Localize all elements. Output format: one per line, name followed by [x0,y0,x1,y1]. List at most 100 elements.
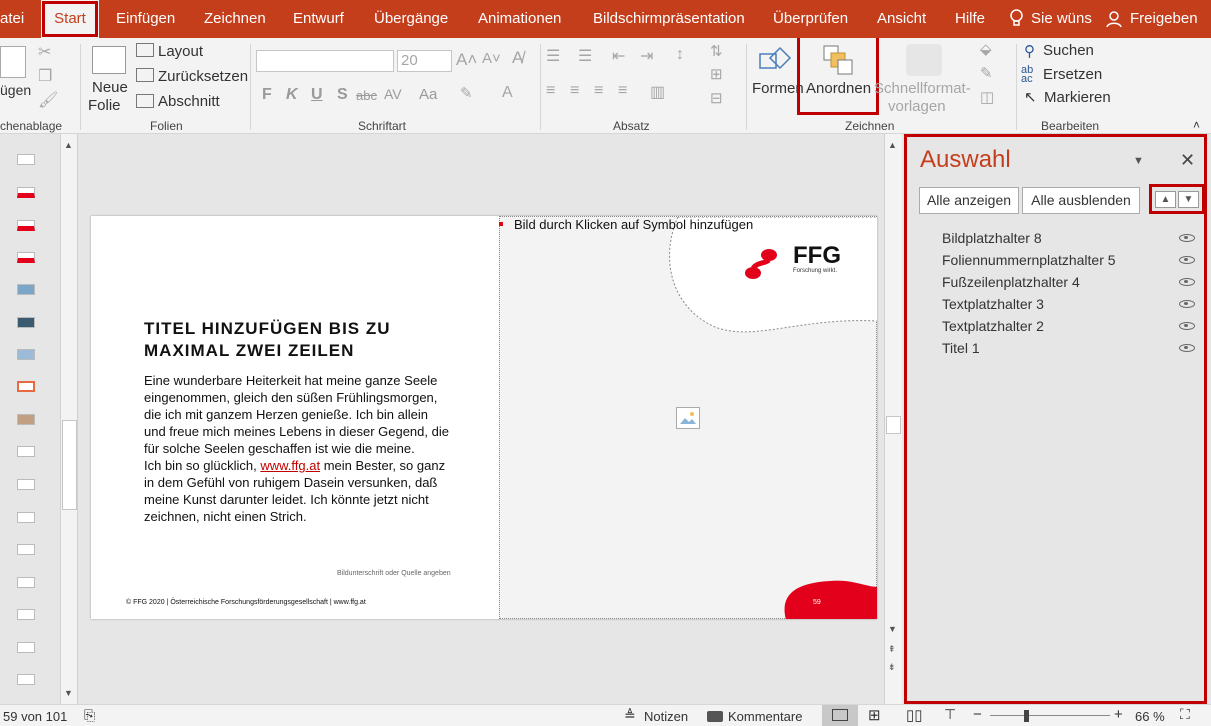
notes-icon[interactable]: ≜ [624,707,636,724]
tab-start[interactable]: Start [41,0,99,38]
bring-forward-icon[interactable]: ▲ [1155,191,1176,208]
align-text-icon[interactable]: ⊞ [710,65,723,83]
columns-icon[interactable]: ▥ [650,82,665,102]
quick-styles-icon[interactable] [906,44,942,76]
reset-button[interactable]: Zurücksetzen [158,68,248,85]
quick-styles-label-2[interactable]: vorlagen [888,98,946,115]
change-case-button[interactable]: Aa [419,86,437,103]
shapes-button[interactable]: Formen [752,80,804,97]
show-all-button[interactable]: Alle anzeigen [919,187,1019,214]
hide-all-button[interactable]: Alle ausblenden [1022,187,1140,214]
font-family-select[interactable] [256,50,394,72]
close-icon[interactable]: ✕ [1180,150,1195,171]
tab-view[interactable]: Ansicht [877,0,926,38]
tab-insert[interactable]: Einfügen [116,0,175,38]
smartart-icon[interactable]: ⊟ [710,89,723,107]
justify-icon[interactable]: ≡ [618,82,627,100]
selection-item[interactable]: Bildplatzhalter 8 [942,230,1042,246]
align-left-icon[interactable]: ≡ [546,82,555,100]
next-slide-icon[interactable]: ⇟ [888,662,896,673]
numbering-icon[interactable]: ☰ [578,46,592,66]
underline-button[interactable]: U [311,86,323,104]
font-color-icon[interactable]: A [502,84,513,102]
replace-button[interactable]: Ersetzen [1043,66,1102,83]
shape-fill-icon[interactable]: ⬙ [980,40,992,58]
layout-icon[interactable] [136,43,154,57]
paste-label[interactable]: ügen [0,82,31,98]
align-right-icon[interactable]: ≡ [594,82,603,100]
spellcheck-icon[interactable]: ⎘ [84,707,95,724]
eye-icon[interactable] [1179,322,1195,330]
section-button[interactable]: Abschnitt [158,93,220,110]
tab-draw[interactable]: Zeichnen [204,0,266,38]
tell-me-search[interactable]: Sie wünsc [1031,0,1092,38]
bold-button[interactable]: F [262,86,272,104]
selection-item[interactable]: Fußzeilenplatzhalter 4 [942,274,1080,290]
selection-item[interactable]: Titel 1 [942,340,980,356]
cursor-icon[interactable]: ↖ [1024,88,1037,106]
slide-body-text[interactable]: Eine wunderbare Heiterkeit hat meine gan… [144,372,449,525]
scroll-down-icon[interactable]: ▼ [64,688,73,698]
increase-indent-icon[interactable]: ⇥ [640,46,653,66]
text-direction-icon[interactable]: ⇅ [710,42,723,60]
selection-item[interactable]: Textplatzhalter 2 [942,318,1044,334]
tab-file[interactable]: atei [0,0,36,38]
eye-icon[interactable] [1179,256,1195,264]
eye-icon[interactable] [1179,234,1195,242]
tab-transitions[interactable]: Übergänge [374,0,448,38]
line-spacing-icon[interactable]: ↕ [676,46,684,64]
italic-button[interactable]: K [286,86,298,104]
zoom-out-icon[interactable]: − [973,706,982,723]
slide-thumbnail[interactable] [17,187,35,198]
slide-thumbnail[interactable] [17,414,35,425]
reset-icon[interactable] [136,68,154,82]
body-link[interactable]: www.ffg.at [260,458,320,473]
reading-view-icon[interactable]: ▯▯ [906,706,923,724]
slide-canvas[interactable]: Bild durch Klicken auf Symbol hinzufügen… [91,216,877,619]
tab-slideshow[interactable]: Bildschirmpräsentation [593,0,745,38]
arrange-icon[interactable] [822,44,858,76]
quick-styles-label-1[interactable]: Schnellformat- [874,80,971,97]
scroll-down-icon[interactable]: ▼ [888,624,897,634]
slide-sorter-icon[interactable]: ⊞ [868,706,881,724]
selection-item[interactable]: Foliennummernplatzhalter 5 [942,252,1116,268]
slide-thumbnail[interactable] [17,609,35,620]
collapse-ribbon-icon[interactable]: ˄ [1193,118,1200,132]
select-button[interactable]: Markieren [1044,89,1111,106]
slide-thumbnail[interactable] [17,577,35,588]
eye-icon[interactable] [1179,344,1195,352]
format-painter-icon[interactable]: 🖌 [38,90,58,110]
find-button[interactable]: Suchen [1043,42,1094,59]
strikethrough-button[interactable]: abc [356,88,377,103]
replace-icon[interactable]: ab ac [1021,65,1033,85]
image-caption[interactable]: Bildunterschrift oder Quelle angeben [337,570,451,577]
insert-picture-icon[interactable] [676,407,700,429]
arrange-button[interactable]: Anordnen [806,80,871,97]
slide-thumbnail[interactable] [17,479,35,490]
char-spacing-button[interactable]: AV [384,86,402,102]
new-slide-label-1[interactable]: Neue [92,79,128,96]
grow-font-icon[interactable]: A˄ [456,50,477,70]
eye-icon[interactable] [1179,300,1195,308]
slide-footer[interactable]: © FFG 2020 | Österreichische Forschungsf… [126,599,366,606]
slide-thumbnail[interactable] [17,674,35,685]
zoom-in-icon[interactable]: + [1114,706,1123,723]
slide-thumbnail[interactable] [17,154,35,165]
paste-icon[interactable] [0,46,26,78]
zoom-level[interactable]: 66 % [1135,709,1165,724]
slide-thumbnail-selected[interactable] [17,381,35,392]
picture-placeholder[interactable] [499,216,877,619]
align-center-icon[interactable]: ≡ [570,82,579,100]
slide-thumbnail[interactable] [17,284,35,295]
comments-icon[interactable] [707,711,723,722]
notes-button[interactable]: Notizen [644,709,688,724]
zoom-slider[interactable] [990,715,1110,716]
share-button[interactable]: Freigeben [1130,0,1198,38]
slide-title[interactable]: TITEL HINZUFÜGEN BIS ZU MAXIMAL ZWEI ZEI… [144,318,391,362]
pane-options-icon[interactable]: ▼ [1133,155,1144,167]
shadow-button[interactable]: S [337,86,348,104]
shrink-font-icon[interactable]: A˅ [482,50,501,67]
scroll-thumb[interactable] [886,416,901,434]
slide-thumbnail[interactable] [17,252,35,263]
scroll-thumb[interactable] [62,420,77,510]
